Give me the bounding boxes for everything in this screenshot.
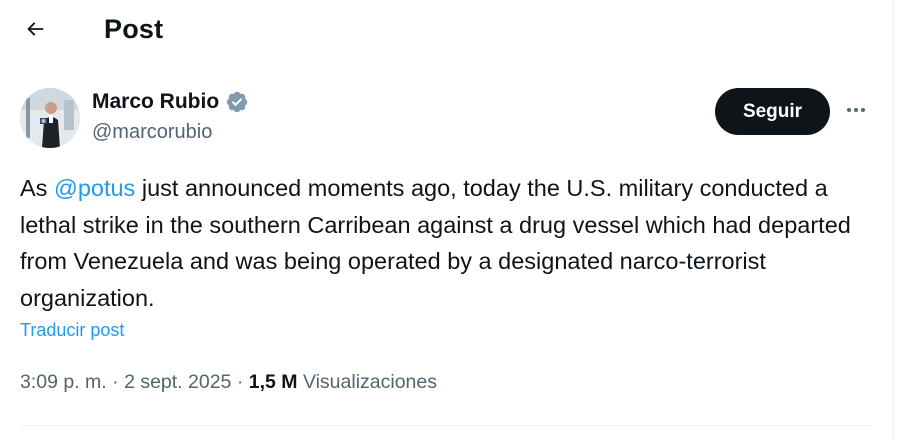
avatar[interactable] bbox=[20, 88, 80, 148]
meta-separator: · bbox=[231, 371, 249, 393]
post-text-before: As bbox=[20, 175, 54, 201]
page-title: Post bbox=[104, 14, 164, 44]
post-text: As @potus just announced moments ago, to… bbox=[20, 170, 880, 316]
arrow-left-icon bbox=[24, 18, 46, 45]
follow-button[interactable]: Seguir bbox=[715, 88, 830, 135]
author-name[interactable]: Marco Rubio bbox=[92, 90, 219, 114]
post-meta: 3:09 p. m. · 2 sept. 2025 · 1,5 M Visual… bbox=[20, 371, 437, 394]
post-page: Post Marco Rubio @marcorubio Seguir As @… bbox=[0, 0, 897, 440]
verified-badge-icon[interactable] bbox=[225, 90, 249, 114]
column-border bbox=[893, 0, 894, 440]
views-count[interactable]: 1,5 M bbox=[249, 371, 298, 393]
post-date[interactable]: 2 sept. 2025 bbox=[124, 371, 231, 393]
translate-post-link[interactable]: Traducir post bbox=[20, 320, 124, 341]
post-time[interactable]: 3:09 p. m. bbox=[20, 371, 107, 393]
back-button[interactable] bbox=[16, 12, 54, 50]
views-label: Visualizaciones bbox=[297, 371, 438, 393]
more-options-button[interactable] bbox=[838, 94, 874, 130]
post-text-after: just announced moments ago, today the U.… bbox=[20, 175, 851, 311]
author-name-row: Marco Rubio bbox=[92, 90, 249, 114]
page-header: Post bbox=[0, 0, 893, 62]
mention-link[interactable]: @potus bbox=[54, 175, 135, 201]
more-horizontal-icon bbox=[844, 98, 868, 127]
author-handle[interactable]: @marcorubio bbox=[92, 121, 212, 144]
divider bbox=[20, 425, 872, 426]
meta-separator: · bbox=[106, 371, 125, 393]
